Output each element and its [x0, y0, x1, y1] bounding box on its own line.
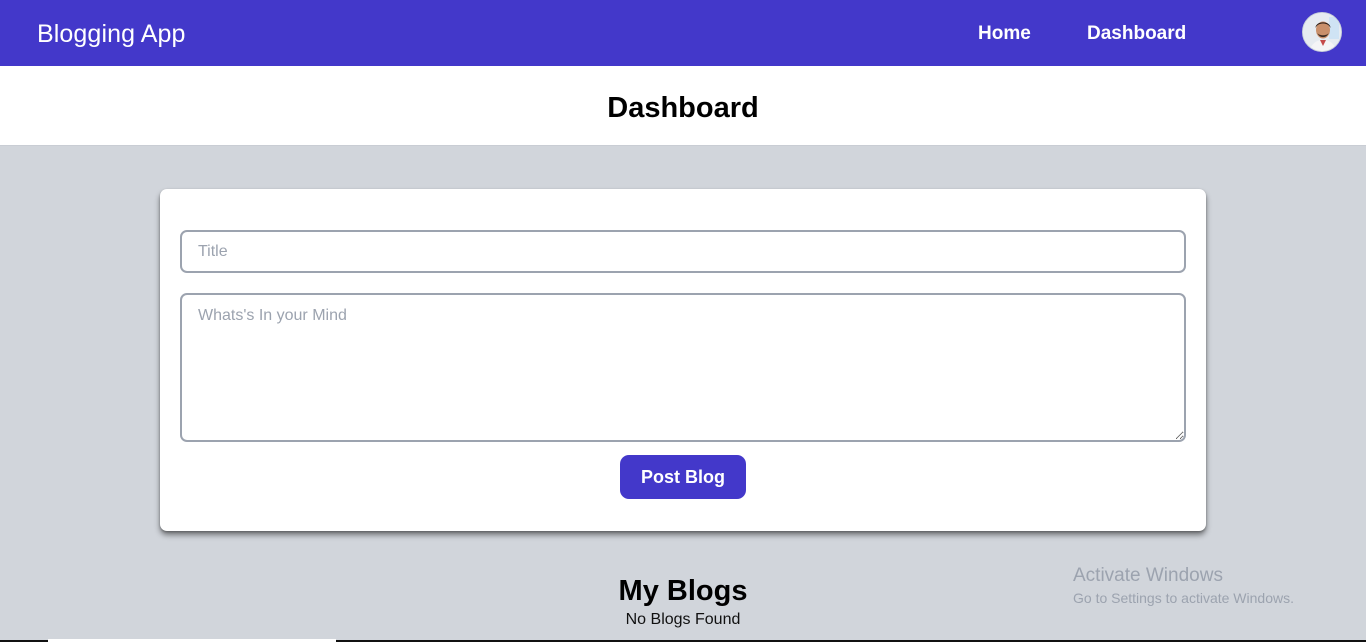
avatar-person-icon — [1303, 13, 1341, 51]
nav-link-dashboard[interactable]: Dashboard — [1087, 21, 1186, 47]
activate-windows-title: Activate Windows — [1073, 565, 1223, 586]
top-navbar: Blogging App Home Dashboard — [0, 0, 1366, 66]
empty-blogs-message: No Blogs Found — [625, 611, 741, 628]
brand-logo-text[interactable]: Blogging App — [37, 18, 186, 50]
blog-title-input[interactable] — [180, 230, 1186, 273]
post-blog-button[interactable]: Post Blog — [620, 455, 746, 499]
nav-link-home[interactable]: Home — [978, 21, 1031, 47]
blog-content-textarea[interactable] — [180, 293, 1186, 442]
user-avatar[interactable] — [1302, 12, 1342, 52]
page-header: Dashboard — [0, 66, 1366, 146]
post-form-card: Post Blog — [160, 189, 1206, 531]
page-title: Dashboard — [607, 92, 759, 124]
activate-windows-subtitle: Go to Settings to activate Windows. — [1073, 590, 1294, 606]
